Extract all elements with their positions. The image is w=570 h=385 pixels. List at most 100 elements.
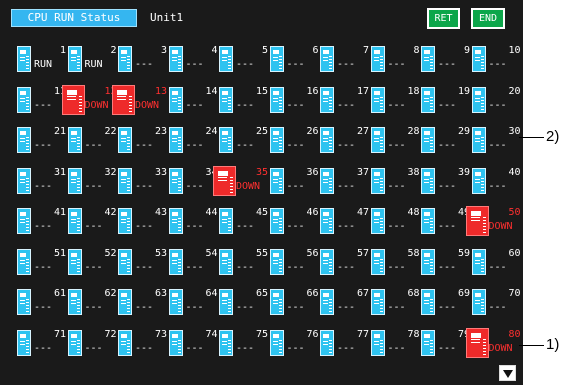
cpu-module-icon (118, 208, 132, 234)
cpu-cell[interactable]: 23 --- (118, 125, 168, 159)
cpu-cell[interactable]: 27 --- (320, 125, 370, 159)
cpu-cell[interactable]: 76 --- (269, 328, 320, 362)
cpu-cell[interactable]: 47 --- (320, 206, 370, 240)
cpu-cell[interactable]: 18 --- (370, 85, 421, 119)
cpu-cell[interactable]: 37 --- (320, 166, 370, 200)
cpu-cell[interactable]: 68 --- (370, 287, 421, 321)
cpu-cell[interactable]: 44 --- (168, 206, 219, 240)
cpu-cell[interactable]: 70 --- (471, 287, 522, 321)
cpu-cell[interactable]: 29 --- (421, 125, 471, 159)
cpu-cell[interactable]: 59 --- (421, 247, 471, 281)
cpu-cell[interactable]: 14 --- (168, 85, 219, 119)
cpu-cell[interactable]: 15 --- (219, 85, 269, 119)
cpu-cell[interactable]: 4 --- (168, 44, 219, 78)
cpu-module-icon (67, 208, 82, 234)
cpu-cell[interactable]: 40 --- (471, 166, 522, 200)
cpu-cell[interactable]: 46 --- (269, 206, 320, 240)
cpu-cell[interactable]: 49 --- (421, 206, 471, 240)
cpu-cell[interactable]: 41 --- (17, 206, 67, 240)
cpu-cell[interactable]: 38 --- (370, 166, 421, 200)
cpu-cell[interactable]: 50 DOWN (465, 206, 522, 240)
cpu-cell[interactable]: 79 --- (421, 328, 471, 362)
cpu-cell[interactable]: 62 --- (67, 287, 118, 321)
cpu-cell[interactable]: 78 --- (370, 328, 421, 362)
cpu-module-icon (67, 167, 82, 194)
cpu-cell[interactable]: 51 --- (17, 247, 67, 281)
cpu-cell[interactable]: 9 --- (421, 44, 471, 78)
cpu-cell[interactable]: 12 DOWN (61, 84, 118, 119)
cpu-cell[interactable]: 16 --- (269, 85, 320, 119)
cpu-cell[interactable]: 2 RUN (67, 44, 118, 78)
cpu-cell[interactable]: 36 --- (269, 166, 320, 200)
cpu-cell[interactable]: 45 --- (219, 206, 269, 240)
cpu-cell[interactable]: 39 --- (421, 166, 471, 200)
scroll-down-button[interactable] (499, 365, 516, 381)
cpu-number: 57 (356, 247, 369, 259)
cpu-status: --- (438, 99, 457, 111)
cpu-cell[interactable]: 77 --- (320, 328, 370, 362)
cpu-cell[interactable]: 57 --- (320, 247, 370, 281)
cpu-cell[interactable]: 30 --- (471, 125, 522, 159)
cpu-cell[interactable]: 11 --- (17, 85, 67, 119)
cpu-cell[interactable]: 19 --- (421, 85, 471, 119)
cpu-cell[interactable]: 32 --- (67, 166, 118, 200)
cpu-cell[interactable]: 65 --- (219, 287, 269, 321)
cpu-cell[interactable]: 48 --- (370, 206, 421, 240)
cpu-cell[interactable]: 24 --- (168, 125, 219, 159)
cpu-cell[interactable]: 69 --- (421, 287, 471, 321)
cpu-status: --- (236, 59, 255, 70)
cpu-cell[interactable]: 67 --- (320, 287, 370, 321)
cpu-cell[interactable]: 61 --- (17, 287, 67, 321)
cpu-cell[interactable]: 42 --- (67, 206, 118, 240)
cpu-cell[interactable]: 31 --- (17, 166, 67, 200)
cpu-cell[interactable]: 52 --- (67, 247, 118, 281)
cpu-cell[interactable]: 64 --- (168, 287, 219, 321)
cpu-cell[interactable]: 6 --- (269, 44, 320, 78)
cpu-number: 41 (53, 207, 66, 218)
cpu-cell[interactable]: 13 DOWN (112, 84, 168, 119)
cpu-module-icon (370, 167, 385, 194)
cpu-cell[interactable]: 43 --- (118, 206, 168, 240)
cpu-number: 64 (205, 288, 218, 299)
cpu-cell[interactable]: 71 --- (17, 328, 67, 362)
cpu-status: --- (135, 221, 154, 232)
cpu-status: --- (34, 180, 53, 192)
cpu-cell[interactable]: 74 --- (168, 328, 219, 362)
cpu-cell[interactable]: 20 --- (471, 85, 522, 119)
cpu-cell[interactable]: 55 --- (219, 247, 269, 281)
cpu-cell[interactable]: 8 --- (370, 44, 421, 78)
cpu-cell[interactable]: 34 --- (168, 166, 219, 200)
cpu-cell[interactable]: 73 --- (118, 328, 168, 362)
cpu-cell[interactable]: 66 --- (269, 287, 320, 321)
cpu-cell[interactable]: 25 --- (219, 125, 269, 159)
cpu-cell[interactable]: 33 --- (118, 166, 168, 200)
cpu-status: --- (84, 140, 103, 151)
cpu-number: 29 (457, 126, 470, 137)
cpu-status: --- (488, 302, 507, 313)
cpu-status: --- (34, 140, 53, 151)
cpu-cell[interactable]: 63 --- (118, 287, 168, 321)
cpu-cell[interactable]: 1 RUN (17, 44, 67, 78)
end-button[interactable]: END (471, 8, 505, 29)
cpu-cell[interactable]: 53 --- (118, 247, 168, 281)
cpu-cell[interactable]: 22 --- (67, 125, 118, 159)
cpu-cell[interactable]: 10 --- (471, 44, 522, 78)
cpu-cell[interactable]: 72 --- (67, 328, 118, 362)
cpu-cell[interactable]: 7 --- (320, 44, 370, 78)
cpu-cell[interactable]: 58 --- (370, 247, 421, 281)
cpu-cell[interactable]: 35 DOWN (213, 165, 269, 200)
cpu-cell[interactable]: 54 --- (168, 247, 219, 281)
cpu-cell[interactable]: 5 --- (219, 44, 269, 78)
cpu-cell[interactable]: 56 --- (269, 247, 320, 281)
ret-button[interactable]: RET (427, 8, 460, 29)
cpu-cell[interactable]: 80 DOWN (465, 327, 522, 362)
cpu-cell[interactable]: 75 --- (219, 328, 269, 362)
cpu-cell[interactable]: 60 --- (471, 247, 522, 281)
cpu-cell[interactable]: 26 --- (269, 125, 320, 159)
cpu-module-icon (17, 86, 31, 113)
cpu-cell[interactable]: 28 --- (370, 125, 421, 159)
cpu-status: --- (438, 302, 457, 313)
cpu-cell[interactable]: 21 --- (17, 125, 67, 159)
cpu-cell[interactable]: 3 --- (118, 44, 168, 78)
cpu-cell[interactable]: 17 --- (320, 85, 370, 119)
